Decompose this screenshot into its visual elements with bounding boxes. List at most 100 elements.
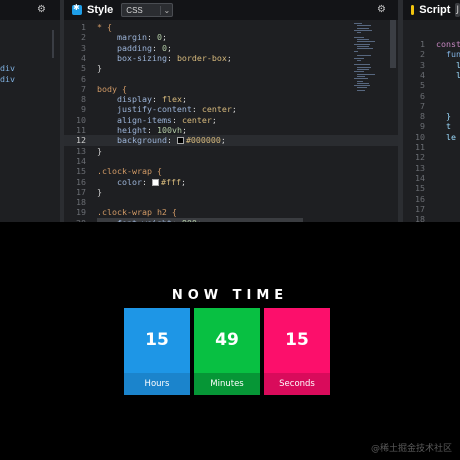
minimap-line — [354, 29, 372, 31]
hours-box: 15 Hours — [124, 308, 190, 395]
code-line: div — [0, 63, 15, 73]
code-line: body { — [97, 83, 127, 94]
minimap-line — [354, 71, 364, 73]
js-editor[interactable]: 123456789101112131415161718const func le… — [403, 20, 460, 222]
line-number: 15 — [76, 166, 86, 177]
minimap-line — [357, 41, 375, 43]
minimap-line — [354, 57, 364, 59]
preview-pane: NOW TIME 15 Hours 49 Minutes 15 Seconds … — [0, 222, 460, 460]
minimap-line — [357, 59, 361, 61]
line-number: 4 — [81, 52, 86, 63]
line-number: 17 — [415, 203, 425, 214]
line-number: 1 — [81, 22, 86, 32]
minimap-line — [357, 80, 363, 82]
html-panel-header: ⚙ — [0, 0, 60, 20]
line-number: 12 — [76, 135, 86, 146]
css-icon — [72, 3, 82, 15]
css-panel-header: Style CSS ⌄ ⚙ — [64, 0, 398, 20]
code-line: padding: 0; — [116, 42, 172, 53]
code-line: le — [455, 69, 460, 80]
language-select[interactable]: CSS ⌄ — [121, 3, 174, 17]
code-line: justify-content: center; — [116, 104, 237, 115]
minimap-line — [354, 64, 370, 66]
minimap-line — [357, 87, 367, 89]
line-number: 6 — [81, 73, 86, 84]
js-panel: Script J 1 2 3 4 5 6 7 8 9 10 11 12 13 14 15 16 17 18 cons… — [403, 0, 460, 222]
minimap-line — [357, 73, 375, 75]
editor-area: ⚙ div div Style CSS ⌄ ⚙ 1234567891011121 — [0, 0, 460, 222]
line-number: 16 — [415, 193, 425, 204]
clock-title: NOW TIME — [171, 288, 289, 303]
line-number: 18 — [415, 214, 425, 222]
minutes-box: 49 Minutes — [194, 308, 260, 395]
html-panel: ⚙ div div — [0, 0, 60, 222]
gear-icon[interactable]: ⚙ — [37, 4, 46, 15]
line-number: 9 — [81, 104, 86, 115]
color-swatch[interactable] — [151, 178, 159, 186]
line-number: 14 — [415, 172, 425, 183]
color-swatch[interactable] — [176, 137, 184, 145]
gear-icon[interactable]: ⚙ — [377, 4, 386, 15]
html-editor[interactable]: div div — [0, 20, 60, 222]
line-number: 17 — [76, 186, 86, 197]
js-panel-title: Script — [419, 4, 451, 16]
line-number: 11 — [415, 142, 425, 152]
js-panel-header: Script J — [403, 0, 460, 20]
minimap-line — [357, 25, 371, 27]
minimap-line — [357, 46, 369, 47]
minimap-line — [357, 27, 369, 29]
minimap-line — [354, 36, 364, 38]
minimap-line — [357, 55, 371, 57]
line-number: 13 — [415, 162, 425, 173]
seconds-box: 15 Seconds — [264, 308, 330, 395]
line-number: 13 — [76, 145, 86, 156]
line-number: 10 — [76, 114, 86, 125]
code-line: } — [436, 111, 451, 122]
line-number: 19 — [76, 207, 86, 218]
minimap-line — [357, 32, 361, 34]
line-number: 4 — [420, 69, 425, 80]
line-number: 11 — [76, 125, 86, 135]
minimap-line — [357, 89, 365, 91]
code-line: t — [436, 121, 451, 132]
code-line: } — [97, 186, 102, 197]
minimap-line — [357, 75, 365, 77]
watermark: @稀土掘金技术社区 — [370, 444, 452, 454]
line-number: 3 — [420, 59, 425, 70]
code-line: align-items: center; — [116, 114, 217, 125]
line-number: 18 — [76, 197, 86, 208]
minutes-label: Minutes — [194, 373, 260, 395]
line-number: 10 — [415, 131, 425, 142]
minimap[interactable] — [354, 20, 388, 222]
minimap-line — [354, 50, 358, 52]
line-number: 1 — [420, 39, 425, 49]
js-tab-button[interactable]: J — [455, 3, 460, 17]
code-line: } — [97, 63, 102, 74]
code-line: .clock-wrap h2 { — [97, 207, 177, 218]
line-number: 7 — [420, 100, 425, 111]
code-line: .clock-wrap { — [97, 166, 162, 177]
vertical-scrollbar[interactable] — [390, 20, 396, 68]
line-number: 5 — [420, 80, 425, 91]
minimap-line — [354, 85, 370, 87]
line-number: 2 — [420, 49, 425, 60]
line-number: 5 — [81, 63, 86, 74]
code-line: le — [436, 131, 456, 142]
code-line: background: #000000; — [116, 135, 226, 146]
language-select-value: CSS — [126, 5, 143, 15]
minimap-line — [357, 48, 373, 50]
minimap-line — [357, 82, 369, 84]
code-line: func — [445, 49, 460, 60]
line-number: 6 — [420, 90, 425, 101]
minimap-line — [354, 78, 368, 80]
code-line: le — [455, 59, 460, 70]
line-number: 3 — [81, 42, 86, 53]
code-line: box-sizing: border-box; — [116, 52, 232, 63]
css-editor[interactable]: 1234567891011121314151617181920 * { marg… — [64, 20, 398, 222]
minimap-line — [354, 43, 370, 45]
code-line: * { — [97, 22, 112, 32]
minutes-value: 49 — [215, 330, 239, 350]
line-number: 8 — [420, 111, 425, 122]
line-number: 16 — [76, 176, 86, 187]
hours-value: 15 — [145, 330, 169, 350]
